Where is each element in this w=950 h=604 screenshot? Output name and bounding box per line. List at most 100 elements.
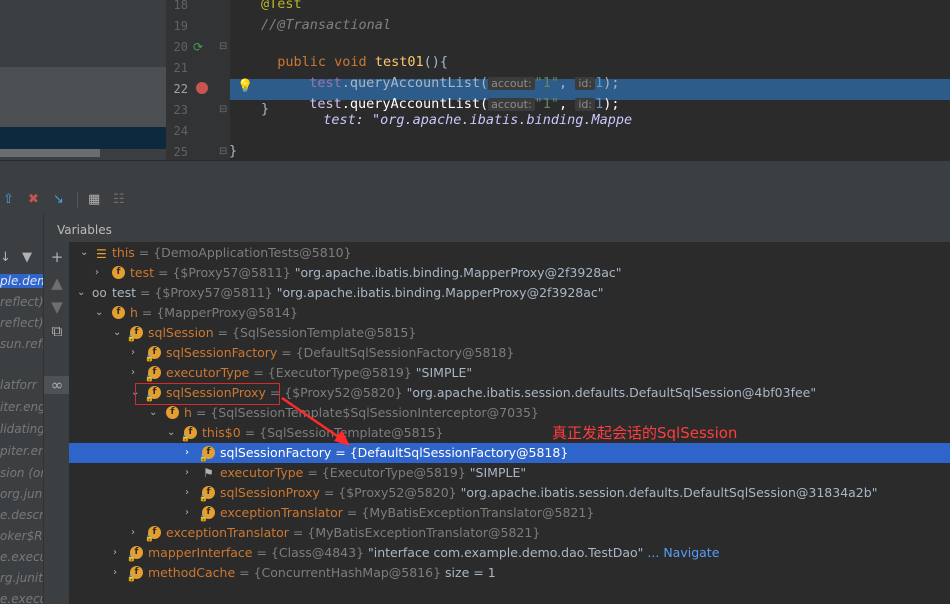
variable-row[interactable]: ⌄ ☰ this = {DemoApplicationTests@5810} xyxy=(69,243,950,263)
collapse-arrow-icon[interactable]: ⌄ xyxy=(95,303,103,323)
add-watch-icon[interactable]: + xyxy=(44,248,70,266)
project-panel-band xyxy=(0,0,166,67)
project-panel-selection xyxy=(0,127,166,149)
line-number: 20 xyxy=(173,40,188,54)
field-icon: f xyxy=(112,306,125,319)
frame-item[interactable]: reflect) xyxy=(0,316,43,330)
field-icon: f 🔒 xyxy=(145,366,161,382)
filter-icon[interactable]: ▼ xyxy=(22,250,32,265)
expand-arrow-icon[interactable]: › xyxy=(131,363,135,383)
enum-flag-icon: ⚑ xyxy=(203,466,214,480)
expand-arrow-icon[interactable]: › xyxy=(131,343,135,363)
debug-toolbar: ⇧ ✖ ↘ ▦ ☷ xyxy=(0,186,950,215)
fold-icon[interactable]: ⊟ xyxy=(219,104,227,115)
sort-icon[interactable]: ↓ xyxy=(0,250,11,265)
inline-debug-value: test: "org.apache.ibatis.binding.Mappe xyxy=(323,112,633,128)
variables-header: Variables xyxy=(57,214,950,242)
frame-item[interactable]: latforr xyxy=(0,378,37,392)
lightbulb-icon[interactable]: 💡 xyxy=(237,79,253,94)
code-closing-brace: } xyxy=(229,143,238,159)
code-call-line-current: test.queryAccountList(accout: "1", id: 1);… xyxy=(309,96,633,128)
stack-frame-icon: ☰ xyxy=(96,247,107,261)
frames-list: ple.dem reflect) reflect) sun.refl latfo… xyxy=(0,270,43,604)
code-comment: //@Transactional xyxy=(261,17,392,33)
expand-arrow-icon[interactable]: › xyxy=(113,563,117,583)
variable-row[interactable]: ⌄ f h = {MapperProxy@5814} xyxy=(69,303,950,323)
frame-item[interactable]: org.juni xyxy=(0,487,43,501)
code-annotation: @Test xyxy=(261,0,302,12)
expand-arrow-icon[interactable]: › xyxy=(185,443,189,463)
line-number: 23 xyxy=(173,103,188,117)
collapse-arrow-icon[interactable]: ⌄ xyxy=(167,423,175,443)
variable-row[interactable]: › f 🔒 methodCache = {ConcurrentHashMap@58… xyxy=(69,563,950,583)
frame-item[interactable]: sion (or xyxy=(0,466,43,480)
run-test-icon[interactable]: ⟳ xyxy=(193,40,203,54)
expand-arrow-icon[interactable]: › xyxy=(185,463,189,483)
variable-row[interactable]: › f 🔒 sqlSessionFactory = {DefaultSqlSess… xyxy=(69,343,950,363)
collapse-arrow-icon[interactable]: ⌄ xyxy=(80,243,88,263)
frame-item[interactable]: rg.junit. xyxy=(0,571,43,585)
field-icon: f 🔒 xyxy=(145,526,161,542)
frame-item[interactable]: piter.eng xyxy=(0,444,43,458)
step-out-icon[interactable]: ⇧ xyxy=(3,192,14,207)
collapse-arrow-icon[interactable]: ⌄ xyxy=(113,323,121,343)
variable-row[interactable]: › f 🔒 exceptionTranslator = {MyBatisExcep… xyxy=(69,503,950,523)
collapse-arrow-icon[interactable]: ⌄ xyxy=(149,403,157,423)
variable-row[interactable]: › ⚑ executorType = {ExecutorType@5819} "… xyxy=(69,463,950,483)
field-icon: f 🔒 xyxy=(199,446,215,462)
navigate-link[interactable]: ... Navigate xyxy=(647,545,719,560)
variable-row-selected[interactable]: › f 🔒 sqlSessionFactory = {DefaultSqlSess… xyxy=(69,443,950,463)
variables-side-toolbar: + ▲ ▼ ⧉ ∞ xyxy=(43,214,71,604)
frame-item[interactable]: iter.eng xyxy=(0,400,43,414)
frame-item[interactable]: e.execu xyxy=(0,592,43,604)
trace-icon[interactable]: ☷ xyxy=(113,192,125,207)
frame-item[interactable]: ple.dem xyxy=(0,274,43,288)
variable-row[interactable]: › f 🔒 executorType = {ExecutorType@5819} … xyxy=(69,363,950,383)
variable-row[interactable]: ⌄ f 🔒 this$0 = {SqlSessionTemplate@5815} xyxy=(69,423,950,443)
field-icon: f 🔒 xyxy=(199,506,215,522)
variables-tree[interactable]: ⌄ ☰ this = {DemoApplicationTests@5810} ›… xyxy=(69,242,950,604)
expand-arrow-icon[interactable]: › xyxy=(113,543,117,563)
breakpoint-icon[interactable] xyxy=(196,82,208,94)
fold-icon[interactable]: ⊟ xyxy=(219,146,227,157)
field-icon: f xyxy=(112,266,125,279)
line-number: 25 xyxy=(173,145,188,159)
line-number: 18 xyxy=(173,0,188,12)
expand-arrow-icon[interactable]: › xyxy=(185,503,189,523)
field-icon: f 🔒 xyxy=(181,426,197,442)
watch-glasses-icon: oo xyxy=(92,286,107,300)
frame-item[interactable]: sun.refl xyxy=(0,337,43,351)
expand-arrow-icon[interactable]: › xyxy=(131,523,135,543)
variable-row[interactable]: › f test = {$Proxy57@5811} "org.apache.i… xyxy=(69,263,950,283)
frame-item[interactable]: reflect) xyxy=(0,295,43,309)
variable-row[interactable]: ⌄ f 🔒 sqlSession = {SqlSessionTemplate@58… xyxy=(69,323,950,343)
variables-title: Variables xyxy=(57,223,112,237)
variable-row[interactable]: ⌄ oo test = {$Proxy57@5811} "org.apache.… xyxy=(69,283,950,303)
copy-icon[interactable]: ⧉ xyxy=(44,322,70,340)
move-down-icon[interactable]: ▼ xyxy=(44,298,70,316)
frame-item[interactable]: e.execu xyxy=(0,550,43,564)
expand-arrow-icon[interactable]: › xyxy=(95,263,99,283)
toolbar-divider xyxy=(77,192,78,208)
fold-icon[interactable]: ⊟ xyxy=(219,41,227,52)
horizontal-scrollbar[interactable] xyxy=(0,149,100,157)
variable-row[interactable]: ⌄ f h = {SqlSessionTemplate$SqlSessionIn… xyxy=(69,403,950,423)
field-icon: f xyxy=(166,406,179,419)
frame-item[interactable]: oker$R xyxy=(0,529,43,543)
move-up-icon[interactable]: ▲ xyxy=(44,274,70,292)
run-to-cursor-icon[interactable]: ↘ xyxy=(53,192,64,207)
variable-row[interactable]: › f 🔒 mapperInterface = {Class@4843} "int… xyxy=(69,543,950,563)
variable-row[interactable]: › f 🔒 sqlSessionProxy = {$Proxy52@5820} "… xyxy=(69,483,950,503)
highlight-box xyxy=(135,383,280,405)
evaluate-expression-icon[interactable]: ▦ xyxy=(88,192,100,207)
expand-arrow-icon[interactable]: › xyxy=(185,483,189,503)
variable-row[interactable]: › f 🔒 exceptionTranslator = {MyBatisExcep… xyxy=(69,523,950,543)
field-icon: f 🔒 xyxy=(199,486,215,502)
collapse-arrow-icon[interactable]: ⌄ xyxy=(77,283,85,303)
frame-item[interactable]: e.descri xyxy=(0,508,43,522)
annotation-caption: 真正发起会话的SqlSession xyxy=(552,424,738,442)
drop-frame-icon[interactable]: ✖ xyxy=(28,192,39,207)
show-watches-icon[interactable]: ∞ xyxy=(44,376,70,394)
frame-item[interactable]: lidating xyxy=(0,422,43,436)
field-icon: f 🔒 xyxy=(127,546,143,562)
